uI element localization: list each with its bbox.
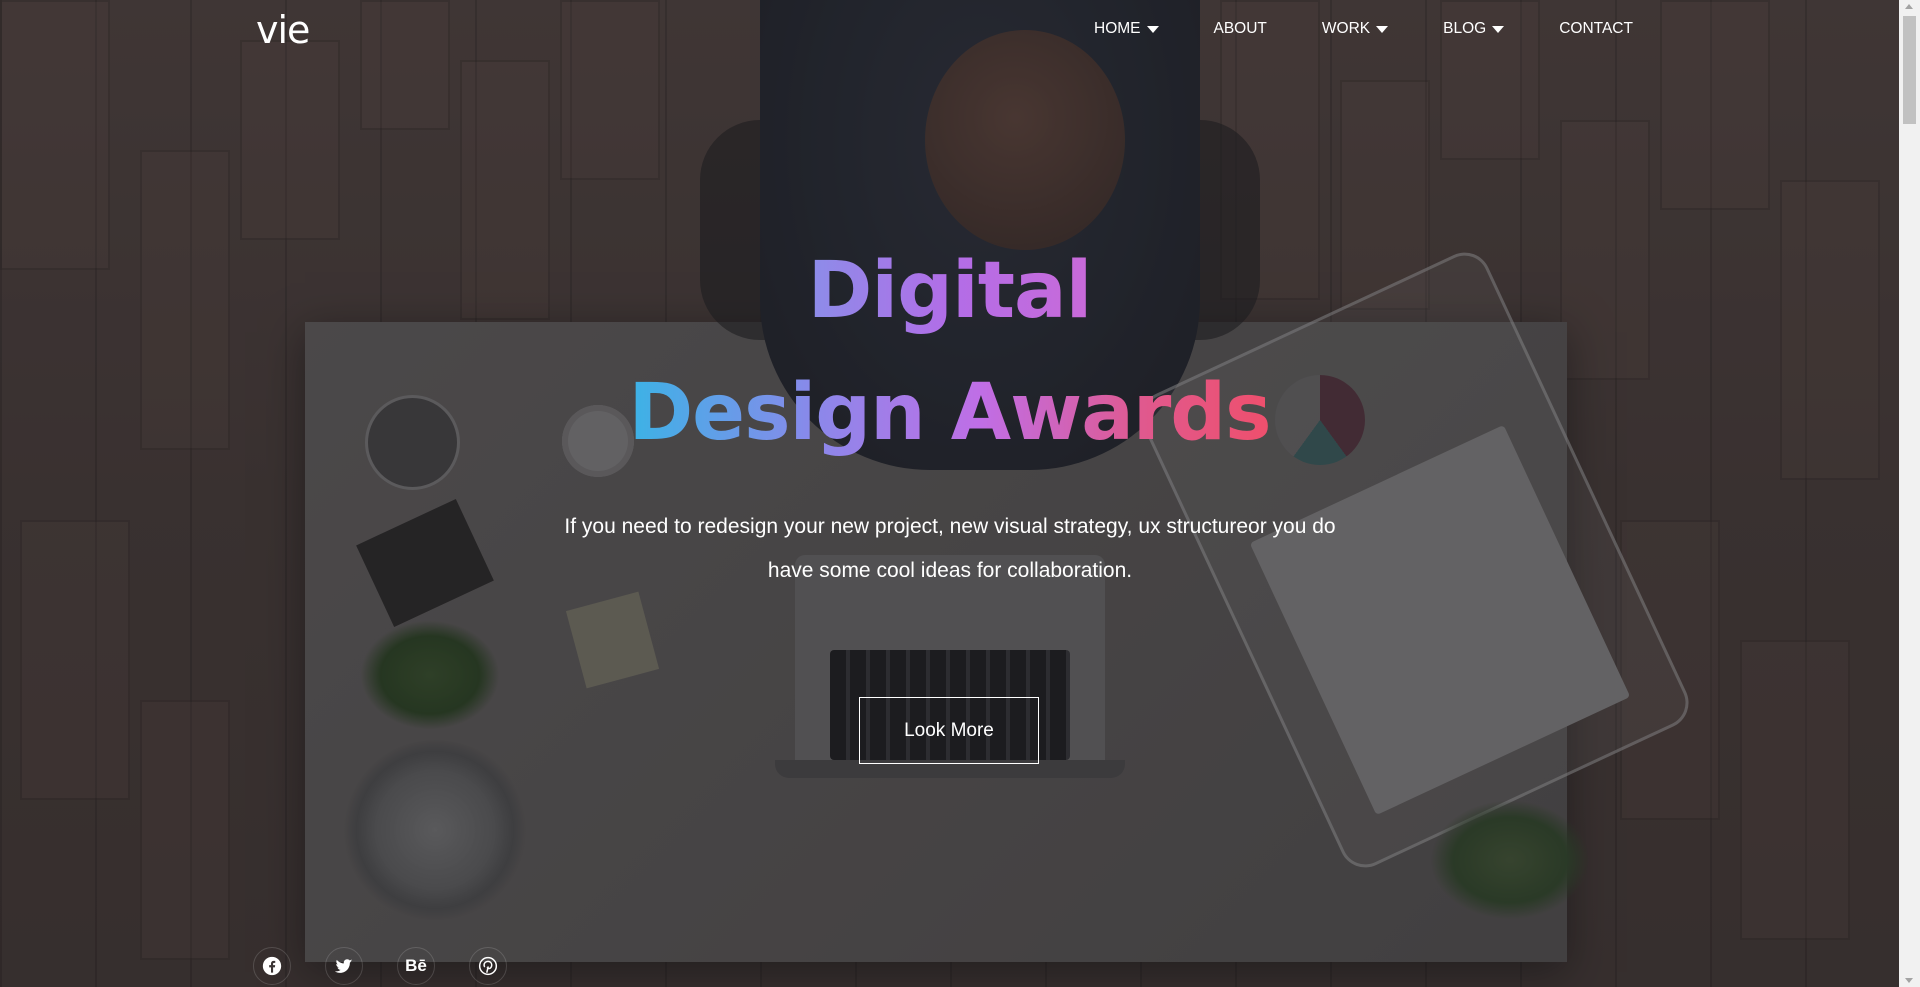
behance-icon[interactable]: Bē <box>397 947 435 985</box>
nav-item-contact[interactable]: CONTACT <box>1559 17 1633 41</box>
scroll-up-arrow-icon[interactable] <box>1905 4 1913 9</box>
look-more-button[interactable]: Look More <box>859 697 1039 764</box>
main-navigation: HOME ABOUT WORK BLOG CONTACT <box>1094 17 1688 41</box>
twitter-icon[interactable] <box>325 947 363 985</box>
nav-item-label: WORK <box>1321 20 1371 37</box>
pinterest-icon[interactable] <box>469 947 507 985</box>
hero-title-text: Digital <box>807 246 1093 336</box>
site-logo[interactable]: vie <box>256 6 310 54</box>
page-scrollbar[interactable] <box>1899 0 1920 987</box>
social-links: Bē <box>253 947 541 985</box>
nav-item-label: ABOUT <box>1213 20 1267 37</box>
hero-subtitle: If you need to redesign your new project… <box>564 515 1336 582</box>
hero-title-line1: Digital <box>0 246 1899 336</box>
caret-down-icon <box>1492 25 1505 33</box>
background-overlay <box>0 0 1899 987</box>
caret-down-icon <box>1146 25 1159 33</box>
nav-item-home[interactable]: HOME <box>1094 17 1159 41</box>
nav-item-label: HOME <box>1094 20 1141 37</box>
scrollbar-thumb[interactable] <box>1903 16 1916 124</box>
nav-item-label: CONTACT <box>1559 20 1633 37</box>
nav-item-about[interactable]: ABOUT <box>1214 17 1267 41</box>
behance-glyph: Bē <box>405 956 427 975</box>
nav-item-label: BLOG <box>1443 20 1487 37</box>
nav-item-work[interactable]: WORK <box>1321 17 1389 41</box>
nav-item-blog[interactable]: BLOG <box>1443 17 1505 41</box>
scroll-down-arrow-icon[interactable] <box>1905 978 1913 983</box>
facebook-icon[interactable] <box>253 947 291 985</box>
hero-title-text: Design Awards <box>628 368 1271 458</box>
hero-title-line2: Design Awards <box>0 368 1899 458</box>
caret-down-icon <box>1376 25 1389 33</box>
